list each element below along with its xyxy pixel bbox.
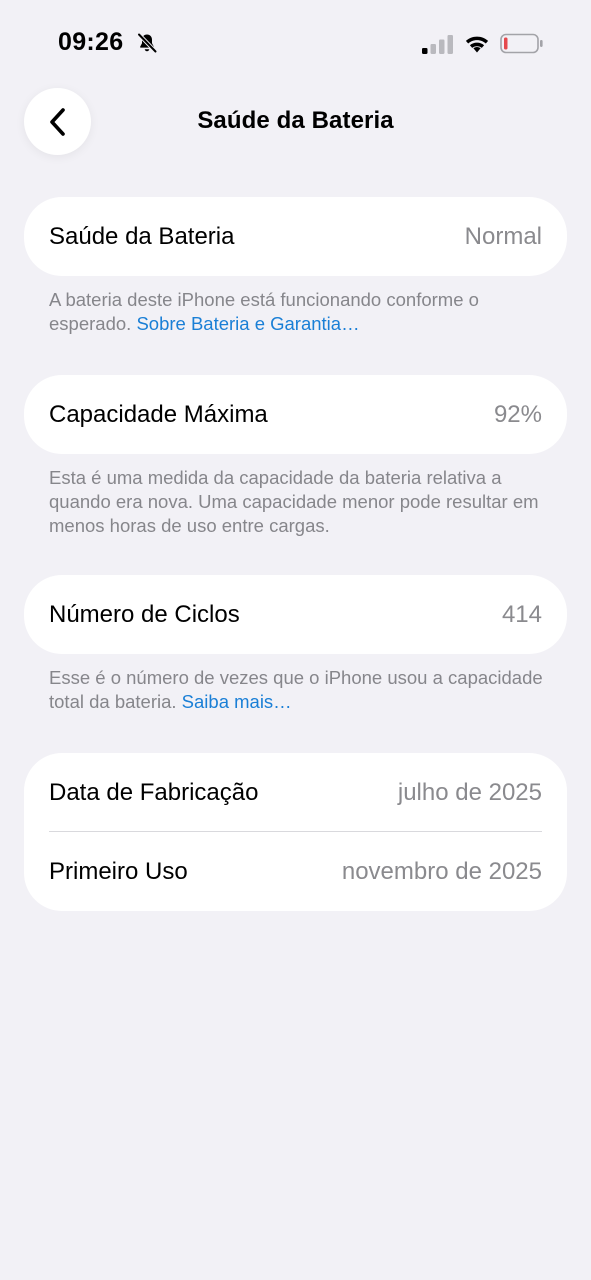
- battery-health-footnote: A bateria deste iPhone está funcionando …: [49, 288, 549, 336]
- cycle-count-footnote: Esse é o número de vezes que o iPhone us…: [49, 666, 549, 714]
- bell-slash-icon: [137, 32, 158, 54]
- max-capacity-footnote: Esta é uma medida da capacidade da bater…: [49, 466, 549, 538]
- max-capacity-footnote-text: Esta é uma medida da capacidade da bater…: [49, 467, 539, 536]
- cycle-count-label: Número de Ciclos: [49, 600, 240, 628]
- manufacture-date-label: Data de Fabricação: [49, 778, 259, 806]
- first-use-row: Primeiro Uso novembro de 2025: [24, 832, 567, 911]
- manufacture-date-row: Data de Fabricação julho de 2025: [24, 753, 567, 832]
- battery-health-card: Saúde da Bateria Normal: [24, 197, 567, 276]
- max-capacity-card: Capacidade Máxima 92%: [24, 375, 567, 454]
- dates-card: Data de Fabricação julho de 2025 Primeir…: [24, 753, 567, 911]
- wifi-icon: [465, 36, 489, 53]
- cycle-count-value: 414: [501, 600, 542, 628]
- max-capacity-row: Capacidade Máxima 92%: [24, 375, 567, 454]
- first-use-label: Primeiro Uso: [49, 857, 188, 885]
- battery-health-label: Saúde da Bateria: [49, 222, 235, 250]
- cycle-count-row: Número de Ciclos 414: [24, 575, 567, 654]
- max-capacity-value: 92%: [493, 400, 542, 428]
- battery-health-value: Normal: [464, 222, 542, 250]
- battery-warranty-link[interactable]: Sobre Bateria e Garantia…: [136, 313, 359, 334]
- page-title: Saúde da Bateria: [197, 107, 394, 134]
- status-time: 09:26: [58, 28, 124, 56]
- learn-more-link[interactable]: Saiba mais…: [182, 691, 292, 712]
- manufacture-date-value: julho de 2025: [397, 778, 542, 806]
- cellular-signal-icon: [422, 35, 453, 54]
- first-use-value: novembro de 2025: [341, 857, 542, 885]
- max-capacity-label: Capacidade Máxima: [49, 400, 268, 428]
- status-bar: 09:26: [0, 0, 591, 80]
- battery-icon: [500, 33, 543, 54]
- cycle-count-footnote-text: Esse é o número de vezes que o iPhone us…: [49, 667, 543, 712]
- cycle-count-card: Número de Ciclos 414: [24, 575, 567, 654]
- battery-health-row: Saúde da Bateria Normal: [24, 197, 567, 276]
